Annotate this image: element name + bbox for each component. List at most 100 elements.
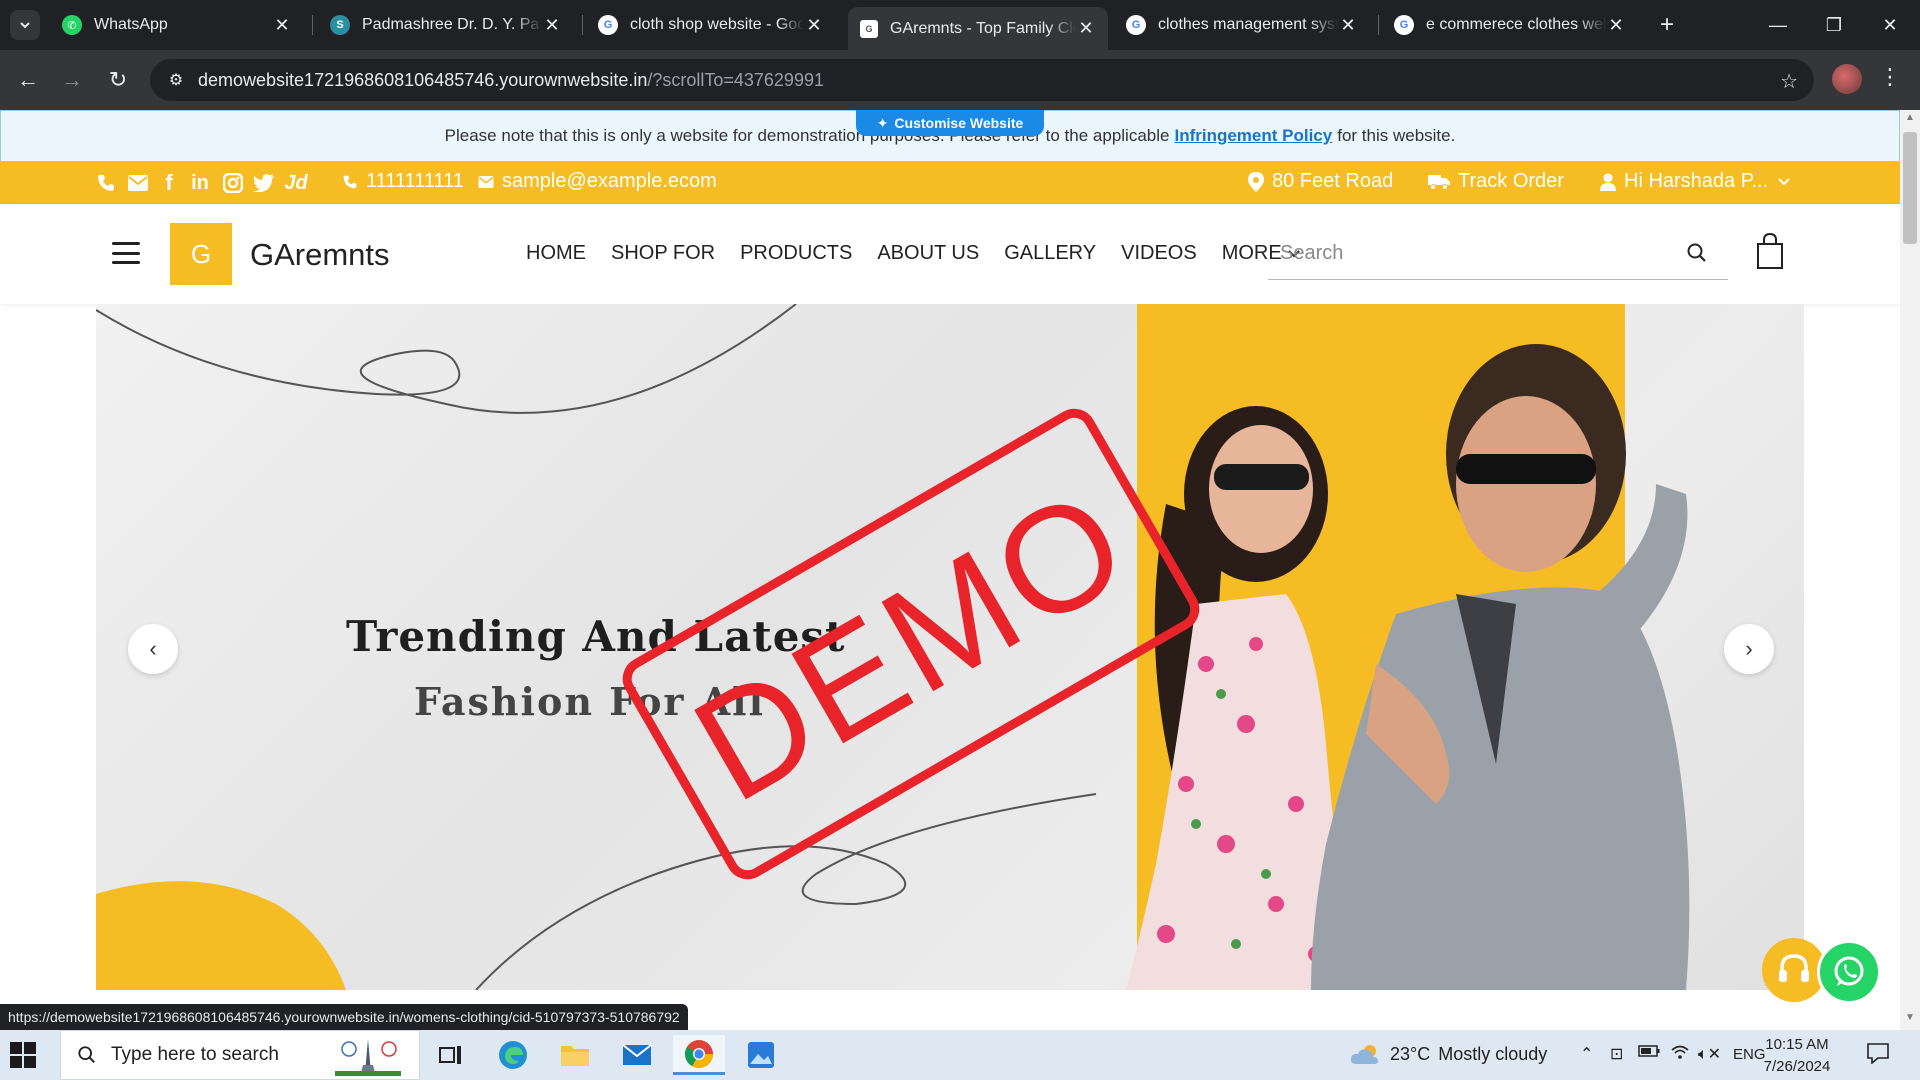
back-button[interactable]: ←	[12, 64, 44, 96]
topbar-email[interactable]: sample@example.ecom	[478, 170, 717, 193]
user-icon	[1600, 173, 1616, 191]
browser-tab-active[interactable]: G GAremnts - Top Family Clothi ✕	[848, 7, 1108, 50]
page-scrollbar[interactable]: ▲ ▼	[1900, 110, 1920, 1030]
user-account-menu[interactable]: Hi Harshada P...	[1600, 170, 1792, 193]
phone-icon[interactable]	[94, 171, 118, 195]
file-explorer-icon[interactable]	[549, 1035, 601, 1075]
google-icon: G	[598, 15, 618, 35]
taskbar-search-box[interactable]: Type here to search	[60, 1030, 420, 1080]
notice-text-end: for this website.	[1337, 126, 1456, 145]
close-tab-icon[interactable]: ✕	[804, 15, 824, 36]
new-tab-button[interactable]: +	[1652, 10, 1682, 40]
edge-icon[interactable]	[487, 1035, 539, 1075]
site-logo[interactable]: G	[170, 223, 232, 285]
twitter-icon[interactable]	[252, 171, 276, 195]
scroll-up-arrow[interactable]: ▲	[1900, 112, 1920, 130]
contact-topbar: f in Jd 1111111111 sample@example.ecom 8…	[0, 162, 1900, 204]
nav-videos[interactable]: VIDEOS	[1121, 242, 1197, 265]
close-tab-icon[interactable]: ✕	[542, 15, 562, 36]
browser-tab[interactable]: G e commerece clothes website ✕	[1382, 7, 1638, 43]
tab-divider	[582, 15, 583, 35]
search-input[interactable]	[1268, 242, 1668, 265]
photos-icon[interactable]	[735, 1035, 787, 1075]
phone-number: 1111111111	[366, 170, 464, 192]
tab-divider	[312, 15, 313, 35]
bookmark-star-icon[interactable]: ☆	[1780, 69, 1798, 94]
address-bar[interactable]: ⚙ demowebsite1721968608106485746.yourown…	[150, 59, 1814, 101]
slider-prev-button[interactable]: ‹	[128, 624, 178, 674]
tab-title: WhatsApp	[94, 16, 168, 33]
nav-shop-for[interactable]: SHOP FOR	[611, 242, 715, 265]
scrollbar-thumb[interactable]	[1903, 132, 1917, 244]
instagram-icon[interactable]	[221, 171, 245, 195]
address-url[interactable]: demowebsite1721968608106485746.yourownwe…	[198, 70, 824, 91]
infringement-policy-link[interactable]: Infringement Policy	[1174, 126, 1332, 146]
reload-button[interactable]: ↻	[102, 64, 134, 96]
task-view-button[interactable]	[425, 1035, 477, 1075]
google-icon: G	[1394, 15, 1414, 35]
nav-home[interactable]: HOME	[526, 242, 586, 265]
search-icon[interactable]	[1686, 242, 1708, 264]
google-icon: G	[1126, 15, 1146, 35]
close-tab-icon[interactable]: ✕	[1076, 18, 1096, 39]
profile-avatar[interactable]	[1832, 64, 1862, 94]
minimize-button[interactable]: —	[1750, 0, 1806, 50]
close-window-button[interactable]: ✕	[1862, 0, 1918, 50]
mail-icon[interactable]	[126, 171, 150, 195]
tab-search-button[interactable]	[10, 10, 40, 40]
scroll-down-arrow[interactable]: ▼	[1900, 1012, 1920, 1030]
whatsapp-chat-button[interactable]	[1817, 940, 1881, 1004]
topbar-phone[interactable]: 1111111111	[342, 170, 464, 193]
browser-tab-strip: ✆ WhatsApp ✕ S Padmashree Dr. D. Y. Pati…	[0, 0, 1920, 50]
browser-tab[interactable]: ✆ WhatsApp ✕	[50, 7, 304, 43]
justdial-icon[interactable]: Jd	[284, 171, 308, 195]
browser-toolbar: ← → ↻ ⚙ demowebsite1721968608106485746.y…	[0, 50, 1920, 110]
customise-label: Customise Website	[894, 115, 1024, 131]
search-icon	[78, 1046, 95, 1063]
weather-temp: 23°C	[1390, 1043, 1431, 1064]
close-tab-icon[interactable]: ✕	[272, 15, 292, 36]
notifications-icon[interactable]	[1866, 1042, 1890, 1069]
site-header: G GAremnts HOME SHOP FOR PRODUCTS ABOUT …	[0, 204, 1900, 304]
tab-title: e commerece clothes website	[1426, 16, 1606, 33]
user-greeting: Hi Harshada P...	[1624, 170, 1769, 192]
battery-icon[interactable]	[1638, 1044, 1660, 1062]
nav-gallery[interactable]: GALLERY	[1004, 242, 1096, 265]
brand-name[interactable]: GAremnts	[250, 237, 390, 273]
browser-tab[interactable]: G cloth shop website - Google ✕	[586, 7, 836, 43]
track-order-link[interactable]: Track Order	[1428, 170, 1564, 193]
tab-title: cloth shop website - Google	[630, 16, 804, 33]
shopping-bag-icon[interactable]	[1755, 232, 1785, 270]
chevron-down-icon	[20, 22, 30, 29]
track-order-label: Track Order	[1458, 170, 1564, 192]
wifi-icon[interactable]	[1670, 1044, 1690, 1065]
slider-next-button[interactable]: ›	[1724, 624, 1774, 674]
browser-menu-icon[interactable]: ⋮	[1878, 64, 1902, 96]
site-info-icon[interactable]: ⚙	[154, 70, 198, 90]
browser-tab[interactable]: G clothes management system ✕	[1114, 7, 1370, 43]
close-tab-icon[interactable]: ✕	[1606, 15, 1626, 36]
facebook-icon[interactable]: f	[157, 170, 181, 195]
hamburger-menu-icon[interactable]	[112, 242, 140, 264]
customise-website-button[interactable]: ✦ Customise Website	[856, 110, 1044, 136]
tab-title: GAremnts - Top Family Clothi	[890, 19, 1076, 37]
close-tab-icon[interactable]: ✕	[1338, 15, 1358, 36]
tab-divider	[1378, 15, 1379, 35]
nav-products[interactable]: PRODUCTS	[740, 242, 852, 265]
linkedin-icon[interactable]: in	[188, 171, 212, 195]
forward-button[interactable]: →	[56, 64, 88, 96]
chrome-icon[interactable]	[673, 1035, 725, 1075]
chevron-up-icon[interactable]: ⌃	[1580, 1044, 1593, 1064]
weather-widget[interactable]: 23°C Mostly cloudy	[1350, 1042, 1547, 1066]
meet-now-icon[interactable]: ⊡	[1610, 1044, 1623, 1064]
mail-icon[interactable]	[611, 1035, 663, 1075]
nav-about-us[interactable]: ABOUT US	[877, 242, 979, 265]
topbar-address[interactable]: 80 Feet Road	[1248, 170, 1393, 193]
site-favicon: G	[860, 19, 878, 38]
restore-button[interactable]: ❐	[1806, 0, 1862, 50]
volume-muted-icon[interactable]: 🔈︎✕	[1698, 1044, 1721, 1064]
windows-start-button[interactable]	[10, 1042, 36, 1068]
taskbar-clock[interactable]: 10:15 AM 7/26/2024	[1756, 1034, 1838, 1078]
browser-tab[interactable]: S Padmashree Dr. D. Y. Patil Sc ✕	[318, 7, 574, 43]
tab-title: Padmashree Dr. D. Y. Patil Sc	[362, 16, 542, 33]
